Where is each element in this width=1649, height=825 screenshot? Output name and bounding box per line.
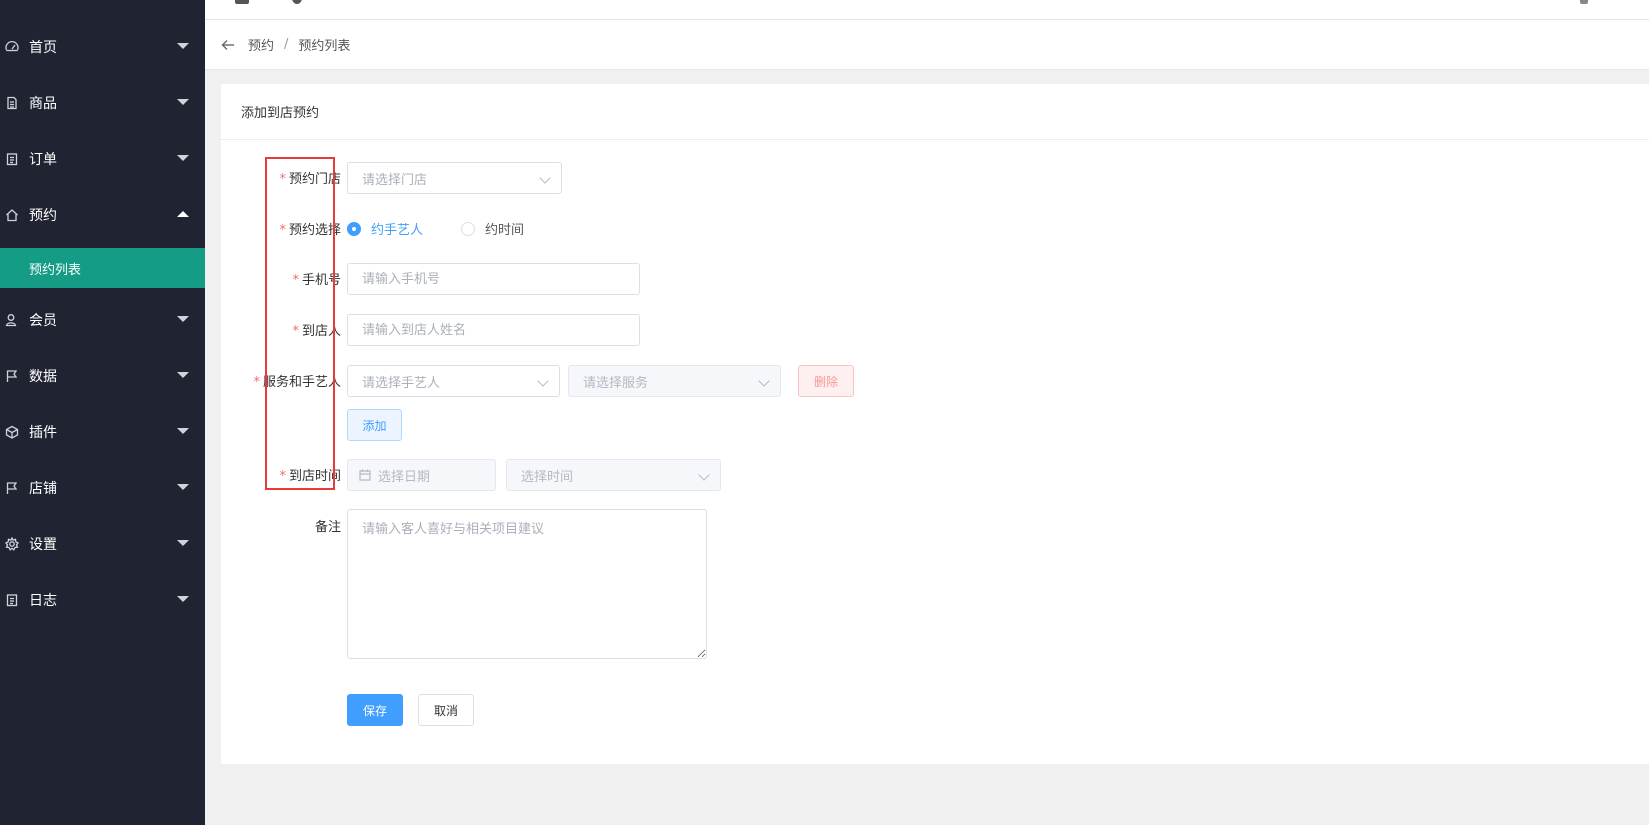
sidebar-item-label: 会员: [29, 313, 57, 329]
chevron-down-icon: [177, 99, 189, 105]
chevron-down-icon: [177, 596, 189, 602]
mode-label: * 预约选择: [279, 223, 341, 238]
sidebar-item-orders[interactable]: 订单: [0, 139, 205, 179]
sidebar-item-logs[interactable]: 日志: [0, 580, 205, 620]
visitor-label: * 到店人: [292, 324, 341, 339]
refresh-icon[interactable]: [292, 0, 302, 4]
remark-label: 备注: [314, 520, 341, 535]
notification-icon[interactable]: [1580, 0, 1588, 4]
phone-input[interactable]: [347, 263, 640, 295]
user-icon: [5, 313, 19, 327]
chevron-down-icon: [177, 484, 189, 490]
sidebar-item-members[interactable]: 会员: [0, 300, 205, 340]
radio-dot: [461, 221, 475, 236]
sidebar-item-data[interactable]: 数据: [0, 356, 205, 396]
flag-icon: [5, 369, 19, 383]
delete-button[interactable]: 删除: [798, 365, 854, 397]
chevron-down-icon: [177, 316, 189, 322]
radio-time[interactable]: 约时间: [461, 219, 524, 238]
sidebar-item-label: 订单: [29, 152, 57, 168]
save-button[interactable]: 保存: [347, 694, 403, 726]
sidebar-item-label: 店铺: [29, 481, 57, 497]
sidebar-item-label: 预约: [29, 208, 57, 224]
dashboard-icon: [5, 40, 19, 54]
cancel-button[interactable]: 取消: [418, 694, 474, 726]
sidebar-item-products[interactable]: 商品: [0, 83, 205, 123]
sidebar-item-plugins[interactable]: 插件: [0, 412, 205, 452]
sidebar-item-label: 日志: [29, 593, 57, 609]
visitor-name-input[interactable]: [347, 314, 640, 346]
chevron-down-icon: [539, 172, 551, 184]
sidebar: 首页 商品 订单 预约 预约列表 会员 数据 插件 店铺 设置 日志: [0, 0, 205, 825]
artisan-select[interactable]: 请选择手艺人: [347, 365, 560, 397]
sidebar-subitem-label: 预约列表: [29, 262, 82, 278]
top-header: [205, 0, 1649, 20]
clipboard-icon: [5, 593, 19, 607]
sidebar-item-label: 设置: [29, 537, 57, 553]
breadcrumb-current: 预约列表: [298, 39, 351, 54]
chevron-down-icon: [177, 372, 189, 378]
radio-artisan[interactable]: 约手艺人: [347, 219, 423, 238]
home-icon: [5, 208, 19, 222]
breadcrumb: 预约 / 预约列表: [205, 20, 1649, 70]
card-title: 添加到店预约: [221, 84, 1649, 140]
chevron-down-icon: [698, 469, 710, 481]
cube-icon: [5, 425, 19, 439]
sidebar-item-label: 数据: [29, 369, 57, 385]
store-select[interactable]: 请选择门店: [347, 162, 562, 194]
menu-toggle-icon[interactable]: [235, 0, 249, 4]
add-service-button[interactable]: 添加: [347, 409, 402, 441]
chevron-up-icon: [177, 211, 189, 217]
flag-icon: [5, 481, 19, 495]
time-select[interactable]: 选择时间: [506, 459, 721, 491]
radio-dot: [347, 221, 361, 236]
phone-label: * 手机号: [292, 273, 341, 288]
gear-icon: [5, 537, 19, 551]
sidebar-item-label: 首页: [29, 40, 57, 56]
booking-form-card: 添加到店预约 *预约门店 请选择门店 *预约选择 约手艺人 约时间 *手机号 *…: [221, 84, 1649, 764]
sidebar-item-booking[interactable]: 预约: [0, 195, 205, 235]
breadcrumb-parent[interactable]: 预约: [248, 35, 274, 54]
sidebar-item-home[interactable]: 首页: [0, 27, 205, 67]
chevron-down-icon: [537, 375, 549, 387]
sidebar-item-settings[interactable]: 设置: [0, 524, 205, 564]
back-arrow-icon[interactable]: [220, 37, 236, 53]
store-label: * 预约门店: [279, 172, 341, 187]
clipboard-icon: [5, 152, 19, 166]
chevron-down-icon: [177, 155, 189, 161]
sidebar-item-label: 商品: [29, 96, 57, 112]
service-label: * 服务和手艺人: [253, 375, 341, 390]
chevron-down-icon: [177, 428, 189, 434]
chevron-down-icon: [177, 540, 189, 546]
sidebar-item-shop[interactable]: 店铺: [0, 468, 205, 508]
remark-textarea[interactable]: [347, 509, 707, 659]
sidebar-subitem-booking-list[interactable]: 预约列表: [0, 248, 205, 288]
arrival-time-label: * 到店时间: [279, 469, 341, 484]
chevron-down-icon: [758, 375, 770, 387]
calendar-icon: [359, 469, 371, 481]
breadcrumb-separator: /: [284, 37, 289, 52]
document-icon: [5, 96, 19, 110]
date-picker[interactable]: 选择日期: [347, 459, 496, 491]
service-select[interactable]: 请选择服务: [568, 365, 781, 397]
sidebar-item-label: 插件: [29, 425, 57, 441]
chevron-down-icon: [177, 43, 189, 49]
